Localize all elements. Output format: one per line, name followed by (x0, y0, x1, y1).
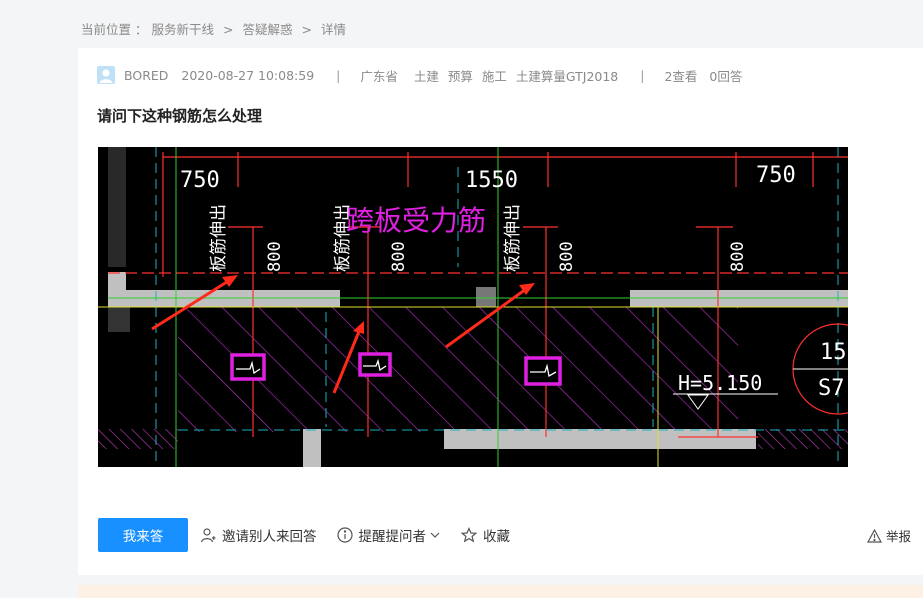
view-count: 2查看 (664, 68, 698, 84)
tag-civil: 土建 (413, 68, 439, 84)
avatar[interactable] (97, 66, 115, 84)
annotation-cross-slab-rebar: 跨板受力筋 (346, 204, 486, 237)
user-name[interactable]: BORED (124, 68, 168, 83)
tag-construction: 施工 (481, 68, 507, 84)
question-meta: BORED 2020-08-27 10:08:59 | 广东省 土建 预算 施工… (97, 66, 750, 84)
beam-bottom (444, 429, 756, 449)
breadcrumb-item-detail: 详情 (320, 22, 346, 37)
question-card: BORED 2020-08-27 10:08:59 | 广东省 土建 预算 施工… (78, 48, 923, 575)
breadcrumb-item-qa[interactable]: 答疑解惑 (242, 22, 292, 37)
tag-software: 土建算量GTJ2018 (515, 68, 619, 84)
rebar-length-1: 800 (265, 241, 285, 272)
user-add-icon (200, 528, 216, 543)
rebar-length-2: 800 (389, 241, 409, 272)
tag-list: 广东省 土建 预算 施工 土建算量GTJ2018 (360, 66, 618, 85)
dim-left: 750 (180, 168, 220, 193)
rebar-length-3: 800 (557, 241, 577, 272)
report-button[interactable]: 举报 (866, 526, 911, 545)
dim-mid: 1550 (465, 168, 518, 193)
invite-button[interactable]: 邀请别人来回答 (200, 525, 317, 545)
meta-divider: | (640, 67, 645, 83)
rebar-label-3: 板筋伸出 (503, 204, 523, 272)
elevation-label: H=5.150 (678, 371, 762, 395)
tag-budget: 预算 (447, 68, 473, 84)
breadcrumb: 当前位置 ： 服务新干线 > 答疑解惑 > 详情 (81, 19, 346, 38)
remind-label: 提醒提问者 (358, 529, 427, 545)
circle-top-label: 15 (820, 340, 847, 365)
cad-drawing-image[interactable]: 750 1550 750 板筋伸出 800 板筋伸出 800 板筋伸出 800 … (98, 147, 848, 467)
rebar-label-1: 板筋伸出 (209, 204, 229, 272)
warning-icon (866, 528, 882, 543)
breadcrumb-colon: ： (135, 22, 148, 37)
post-counts: 2查看 0回答 (664, 66, 750, 85)
breadcrumb-label: 当前位置 (81, 22, 132, 37)
question-title: 请问下这种钢筋怎么处理 (97, 107, 263, 125)
tag-region: 广东省 (360, 68, 398, 84)
breadcrumb-separator: > (301, 22, 312, 37)
invite-label: 邀请别人来回答 (222, 529, 317, 545)
favorite-button[interactable]: 收藏 (461, 525, 510, 545)
chevron-down-icon (430, 532, 440, 538)
favorite-label: 收藏 (483, 529, 510, 545)
post-time: 2020-08-27 10:08:59 (181, 67, 315, 83)
meta-divider: | (336, 67, 341, 83)
breadcrumb-item-service[interactable]: 服务新干线 (152, 22, 215, 37)
info-circle-icon (336, 527, 353, 543)
next-section-edge (78, 585, 923, 598)
remind-asker-dropdown[interactable]: 提醒提问者 (336, 525, 442, 545)
dim-right: 750 (756, 163, 796, 188)
action-bar: 我来答 邀请别人来回答 提醒提问者 收藏 (98, 518, 913, 552)
answer-count: 0回答 (709, 68, 743, 84)
rebar-length-4: 800 (728, 241, 748, 272)
breadcrumb-separator: > (223, 22, 234, 37)
circle-bottom-label: S7 (818, 376, 845, 401)
star-icon (461, 527, 477, 543)
answer-button[interactable]: 我来答 (98, 518, 188, 552)
report-label: 举报 (885, 529, 911, 544)
